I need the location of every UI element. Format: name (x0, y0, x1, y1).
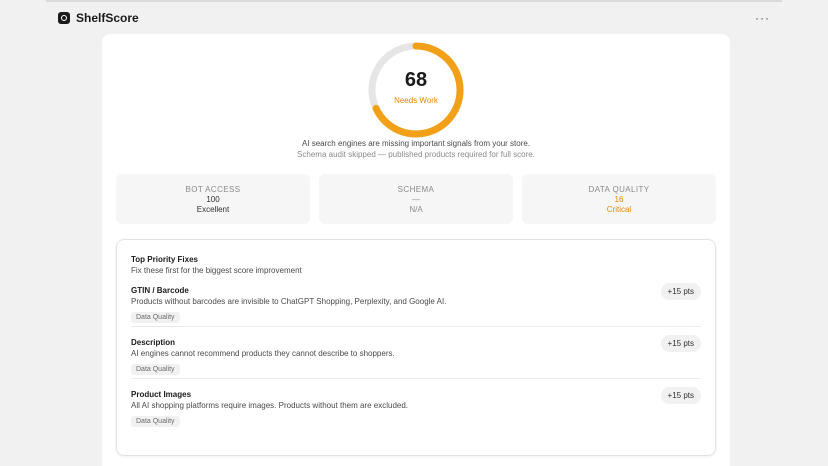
metric-label: BOT ACCESS (185, 184, 241, 194)
fix-points-badge[interactable]: +15 pts (660, 335, 701, 352)
main-panel: 68 Needs Work AI search engines are miss… (102, 34, 730, 466)
metric-label: SCHEMA (397, 184, 435, 194)
fix-points-badge[interactable]: +15 pts (660, 283, 701, 300)
metric-status: Excellent (196, 204, 230, 214)
fix-category-tag: Data Quality (131, 312, 180, 323)
metric-status: N/A (409, 204, 423, 214)
score-status-label: Needs Work (394, 96, 438, 105)
priority-fixes-card: Top Priority Fixes Fix these first for t… (116, 239, 716, 456)
fix-item-description: Description AI engines cannot recommend … (131, 327, 701, 379)
app-logo-icon (58, 12, 70, 24)
metric-label: DATA QUALITY (588, 184, 650, 194)
fix-category-tag: Data Quality (131, 364, 180, 375)
brand: ShelfScore (58, 11, 139, 25)
fix-title: GTIN / Barcode (131, 286, 189, 295)
fix-points-badge[interactable]: +15 pts (660, 387, 701, 404)
metric-bot-access: BOT ACCESS 100 Excellent (116, 174, 310, 224)
card-title: Top Priority Fixes (131, 255, 198, 264)
top-bar: ShelfScore ··· (46, 0, 782, 34)
metric-value: 100 (206, 194, 220, 204)
metrics-row: BOT ACCESS 100 Excellent SCHEMA — N/A DA… (116, 174, 716, 224)
metric-status: Critical (606, 204, 632, 214)
metric-data-quality: DATA QUALITY 16 Critical (522, 174, 716, 224)
metric-value: 16 (614, 194, 624, 204)
metric-value: — (412, 194, 420, 204)
metric-schema: SCHEMA — N/A (319, 174, 513, 224)
score-value: 68 (404, 69, 428, 91)
fix-item-product-images: Product Images All AI shopping platforms… (131, 379, 701, 431)
score-note: Schema audit skipped — published product… (297, 150, 535, 159)
fix-description: AI engines cannot recommend products the… (131, 349, 395, 358)
fix-description: All AI shopping platforms require images… (131, 401, 409, 410)
card-subtitle: Fix these first for the biggest score im… (131, 266, 302, 275)
score-description: AI search engines are missing important … (301, 139, 531, 148)
fix-description: Products without barcodes are invisible … (131, 297, 447, 306)
fix-title: Description (131, 338, 176, 347)
fix-item-gtin: GTIN / Barcode Products without barcodes… (131, 275, 701, 327)
fix-category-tag: Data Quality (131, 416, 180, 427)
more-actions-button[interactable]: ··· (755, 11, 770, 25)
app-name: ShelfScore (76, 11, 139, 25)
fix-title: Product Images (131, 390, 192, 399)
